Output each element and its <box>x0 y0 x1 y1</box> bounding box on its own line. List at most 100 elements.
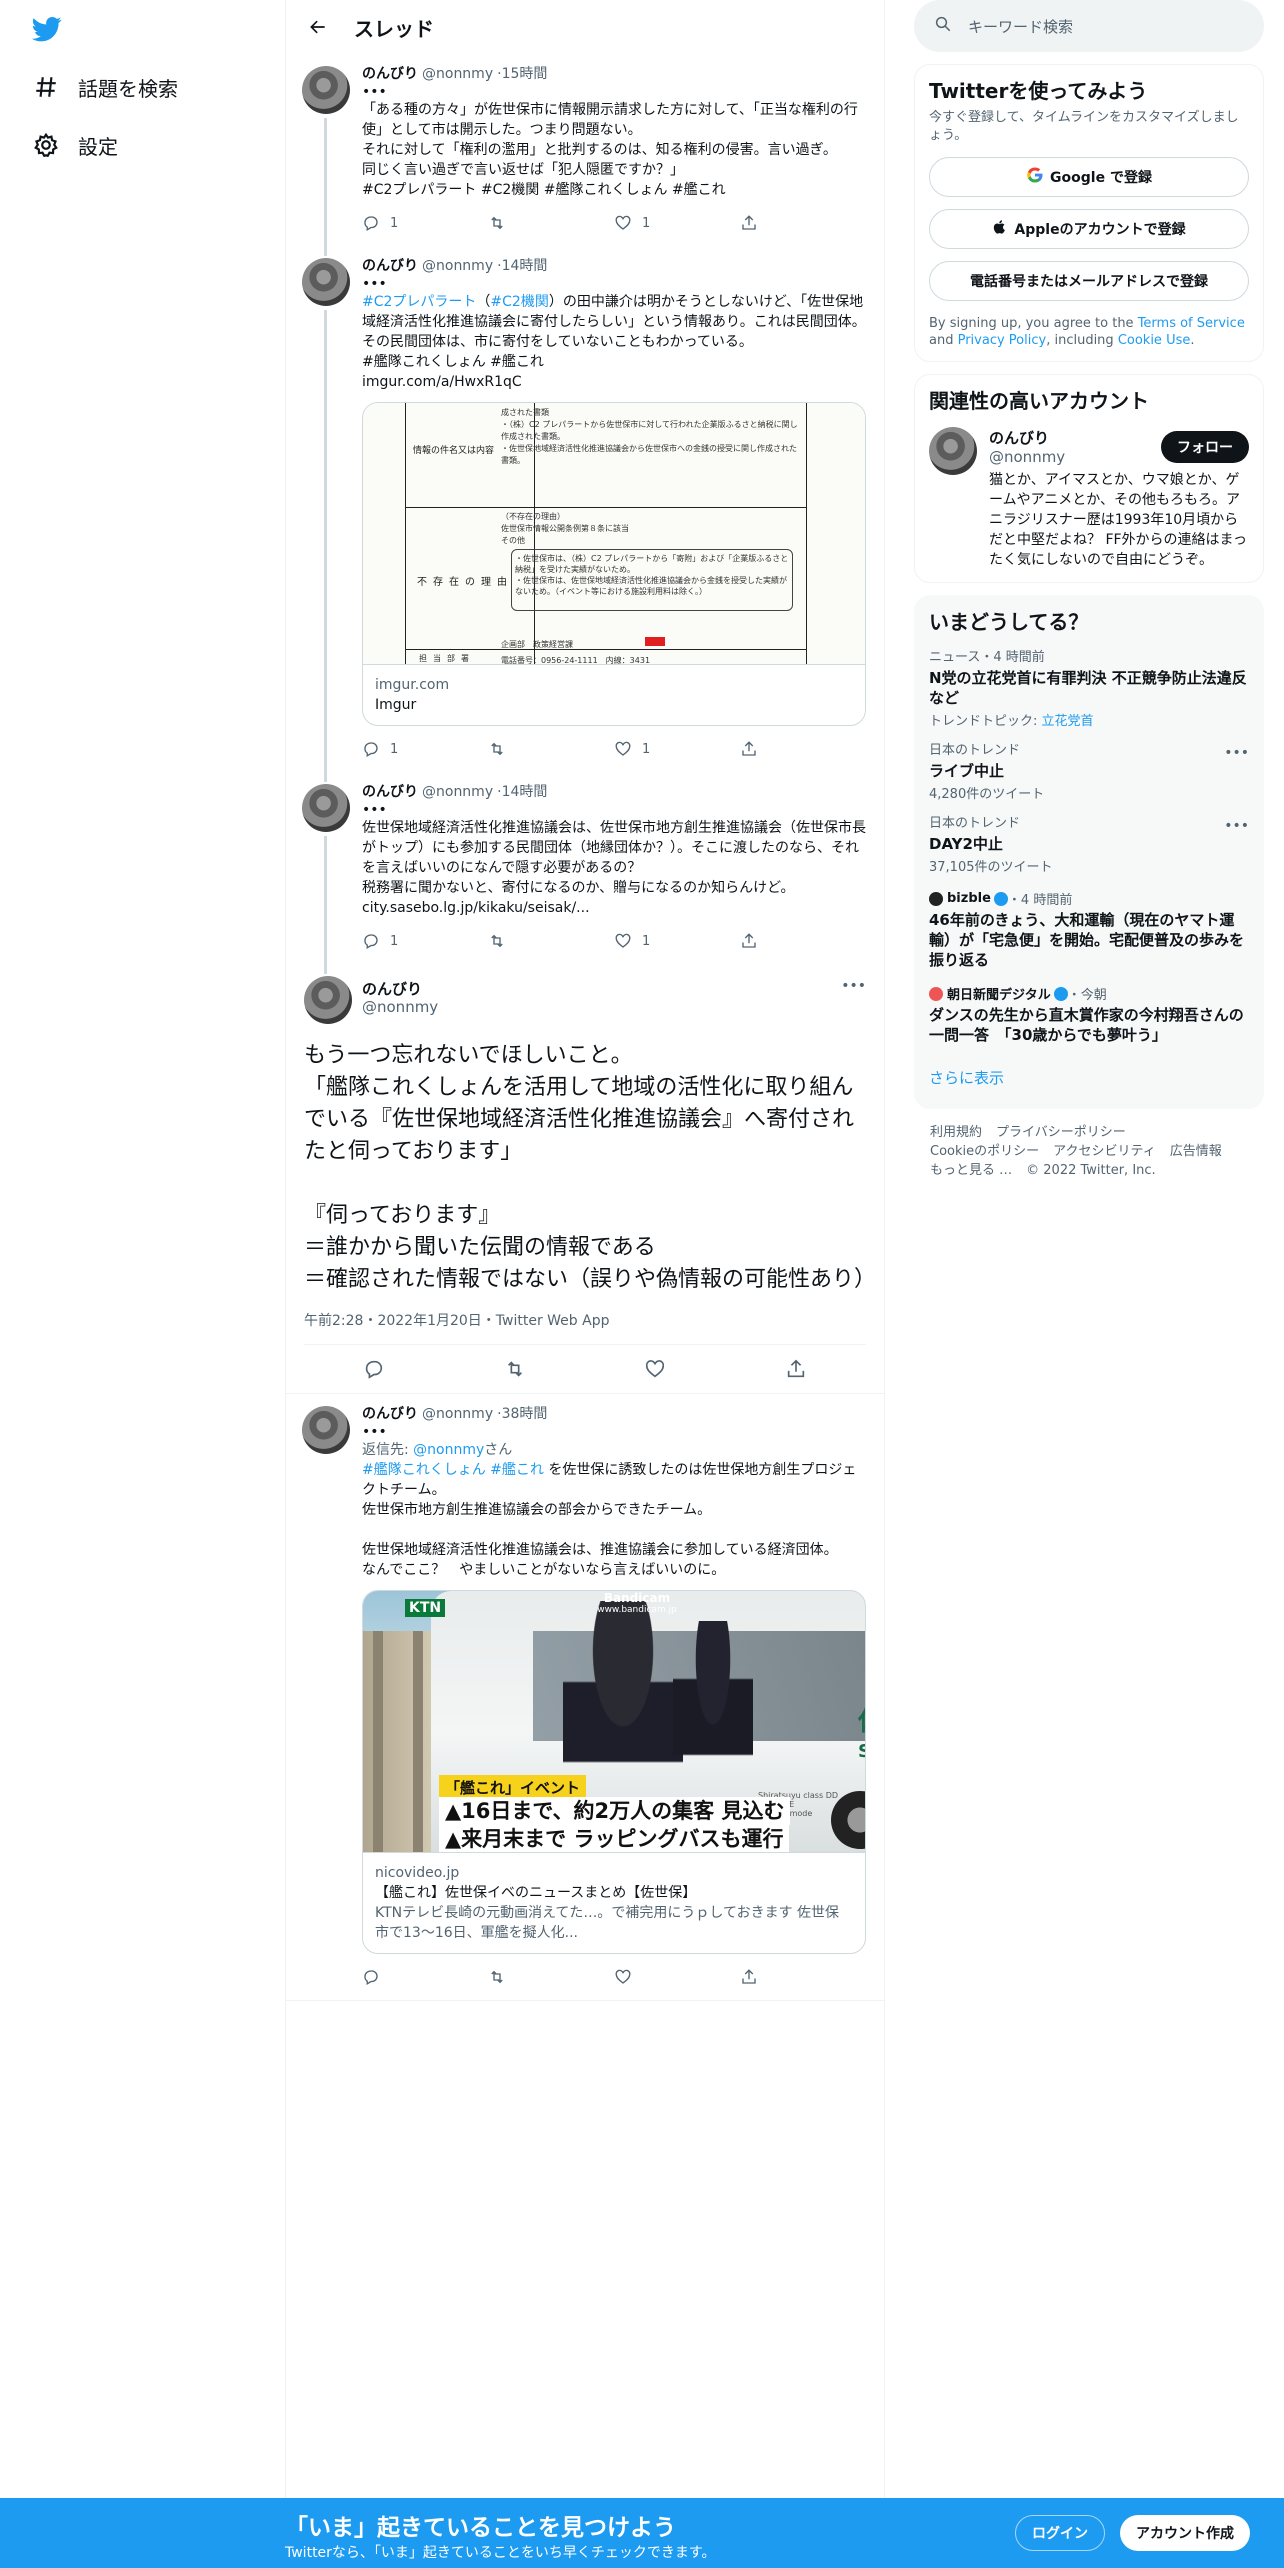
show-more-link[interactable]: さらに表示 <box>929 1067 1249 1088</box>
tweet-time[interactable]: 15時間 <box>502 64 548 84</box>
retweet-button[interactable] <box>488 1968 614 1986</box>
retweet-button[interactable] <box>488 214 614 232</box>
avatar[interactable] <box>302 784 350 832</box>
link-card[interactable]: 情報の件名又は内容 成された書類 ・（株）C2 プレパラートから佐世保市に対して行… <box>362 402 866 726</box>
tweet-time[interactable]: 14時間 <box>502 782 548 802</box>
author-handle[interactable]: @nonnmy <box>362 998 438 1016</box>
signup-button[interactable]: アカウント作成 <box>1120 2515 1250 2551</box>
avatar[interactable] <box>929 427 977 475</box>
avatar[interactable] <box>304 976 352 1024</box>
like-button[interactable]: 1 <box>614 740 740 758</box>
verified-badge-icon <box>993 891 1008 906</box>
phone-email-signup-button[interactable]: 電話番号またはメールアドレスで登録 <box>929 261 1249 301</box>
reply-to-handle[interactable]: @nonnmy <box>413 1442 484 1458</box>
back-arrow-icon[interactable] <box>304 13 332 41</box>
bus-text: 佐 <box>858 1701 865 1738</box>
google-signup-button[interactable]: Google で登録 <box>929 157 1249 197</box>
link-card[interactable]: 佐 SA Shiratsuyu class DD SHIGURESasebo m… <box>362 1590 866 1954</box>
author-name[interactable]: のんびり <box>362 64 418 84</box>
privacy-link[interactable]: Privacy Policy <box>958 333 1047 348</box>
search-input[interactable]: キーワード検索 <box>914 0 1264 52</box>
news-item[interactable]: 朝日新聞デジタル ・今朝 ダンスの先生から直木賞作家の今村翔吾さんの一問一答 「3… <box>929 984 1249 1045</box>
footer-link[interactable]: プライバシーポリシー <box>996 1125 1126 1140</box>
more-options-icon[interactable]: ••• <box>362 802 387 818</box>
retweet-button[interactable] <box>488 932 614 950</box>
news-item[interactable]: bizble ・4 時間前 46年前のきょう、大和運輸（現在のヤマト運輸）が「宅急… <box>929 889 1249 970</box>
footer-link[interactable]: もっと見る … <box>930 1163 1012 1178</box>
nav-settings[interactable]: 設定 <box>32 125 118 165</box>
trend-item[interactable]: ニュース・4 時間前 N党の立花党首に有罪判決 不正競争防止法違反など トレンド… <box>929 650 1249 729</box>
share-icon[interactable] <box>785 1358 807 1380</box>
more-options-icon[interactable]: ••• <box>362 276 387 292</box>
author-name[interactable]: のんびり <box>362 1404 418 1424</box>
author-handle[interactable]: @nonnmy <box>422 782 493 802</box>
like-button[interactable]: 1 <box>614 214 740 232</box>
tweet-hashtags[interactable]: #艦隊これくしょん #艦これ <box>362 1462 544 1478</box>
more-options-icon[interactable]: ••• <box>1224 745 1249 761</box>
reply-button[interactable] <box>362 1968 488 1986</box>
footer-link[interactable]: 利用規約 <box>930 1125 982 1140</box>
trends-title: いまどうしてる？ <box>929 610 1089 634</box>
hashtag-link[interactable]: #C2機関 <box>490 294 548 310</box>
more-options-icon[interactable]: ••• <box>1224 818 1249 834</box>
more-options-icon[interactable]: ••• <box>362 1424 387 1440</box>
trend-item[interactable]: 日本のトレンド ライブ中止 4,280件のツイート ••• <box>929 743 1249 802</box>
tweet[interactable]: のんびり @nonnmy · 38時間 ••• 返信先: @nonnmyさん #… <box>286 1394 884 2001</box>
heart-icon <box>615 741 631 756</box>
tweet-time[interactable]: 38時間 <box>502 1404 548 1424</box>
nav-explore-label: 話題を検索 <box>78 76 178 101</box>
avatar[interactable] <box>302 1406 350 1454</box>
more-options-icon[interactable]: ••• <box>841 978 866 994</box>
tweet-hashtags[interactable]: #艦隊これくしょん #艦これ <box>362 352 866 372</box>
share-button[interactable] <box>740 932 866 950</box>
tweet-link[interactable]: city.sasebo.lg.jp/kikaku/seisak/... <box>362 898 866 918</box>
author-handle[interactable]: @nonnmy <box>422 256 493 276</box>
reply-count: 1 <box>390 215 399 231</box>
tweet-link[interactable]: imgur.com/a/HwxR1qC <box>362 372 866 392</box>
trend-item[interactable]: 日本のトレンド DAY2中止 37,105件のツイート ••• <box>929 816 1249 875</box>
footer-link[interactable]: アクセシビリティ <box>1053 1144 1156 1159</box>
nav-explore[interactable]: 話題を検索 <box>32 67 178 107</box>
author-name[interactable]: のんびり <box>362 978 422 999</box>
share-button[interactable] <box>740 214 866 232</box>
tweet-actions: 1 1 <box>362 734 866 764</box>
account-card[interactable]: のんびり @nonnmy 猫とか、アイマスとか、ウマ娘とか、ゲームやアニメとか、… <box>929 427 1249 570</box>
share-button[interactable] <box>740 740 866 758</box>
footer-link[interactable]: 広告情報 <box>1170 1144 1222 1159</box>
share-button[interactable] <box>740 1968 866 1986</box>
tweet-time[interactable]: 14時間 <box>502 256 548 276</box>
avatar[interactable] <box>302 258 350 306</box>
like-button[interactable]: 1 <box>614 932 740 950</box>
login-button[interactable]: ログイン <box>1015 2515 1105 2551</box>
footer-link[interactable]: Cookieのポリシー <box>930 1144 1039 1159</box>
reply-button[interactable]: 1 <box>362 932 488 950</box>
tweet[interactable]: のんびり @nonnmy · 14時間 ••• #C2プレパラート（#C2機関）… <box>286 246 884 782</box>
author-name[interactable]: のんびり <box>362 256 418 276</box>
tweet[interactable]: のんびり @nonnmy · 14時間 ••• 佐世保地域経済活性化推進協議会は… <box>286 772 884 974</box>
twitter-logo-icon[interactable] <box>30 14 64 44</box>
reply-button[interactable]: 1 <box>362 214 488 232</box>
author-name[interactable]: のんびり <box>362 782 418 802</box>
trend-count: 37,105件のツイート <box>929 860 1053 875</box>
cookie-link[interactable]: Cookie Use <box>1118 333 1191 348</box>
more-options-icon[interactable]: ••• <box>362 84 387 100</box>
avatar[interactable] <box>302 66 350 114</box>
reply-button[interactable]: 1 <box>362 740 488 758</box>
watermark: Bandicam www.bandicam.jp <box>597 1591 677 1615</box>
main-column: スレッド のんびり @nonnmy · 15時間 ••• 「ある種の方々」が佐世… <box>285 0 885 2498</box>
reply-icon[interactable] <box>363 1358 385 1380</box>
author-handle[interactable]: @nonnmy <box>422 64 493 84</box>
follow-button[interactable]: フォロー <box>1161 431 1249 463</box>
apple-signup-button[interactable]: Appleのアカウントで登録 <box>929 209 1249 249</box>
share-icon <box>742 933 756 948</box>
tweet-hashtags[interactable]: #C2プレパラート #C2機関 #艦隊これくしょん #艦これ <box>362 180 866 200</box>
retweet-icon[interactable] <box>504 1358 526 1380</box>
like-button[interactable] <box>614 1968 740 1986</box>
author-handle[interactable]: @nonnmy <box>422 1404 493 1424</box>
heart-icon[interactable] <box>644 1358 666 1380</box>
tweet[interactable]: のんびり @nonnmy · 15時間 ••• 「ある種の方々」が佐世保市に情報… <box>286 54 884 256</box>
hashtag-link[interactable]: #C2プレパラート <box>362 294 476 310</box>
tweet-timestamp[interactable]: 午前2:28・2022年1月20日・Twitter Web App <box>304 1310 866 1345</box>
retweet-button[interactable] <box>488 740 614 758</box>
terms-link[interactable]: Terms of Service <box>1138 316 1245 331</box>
